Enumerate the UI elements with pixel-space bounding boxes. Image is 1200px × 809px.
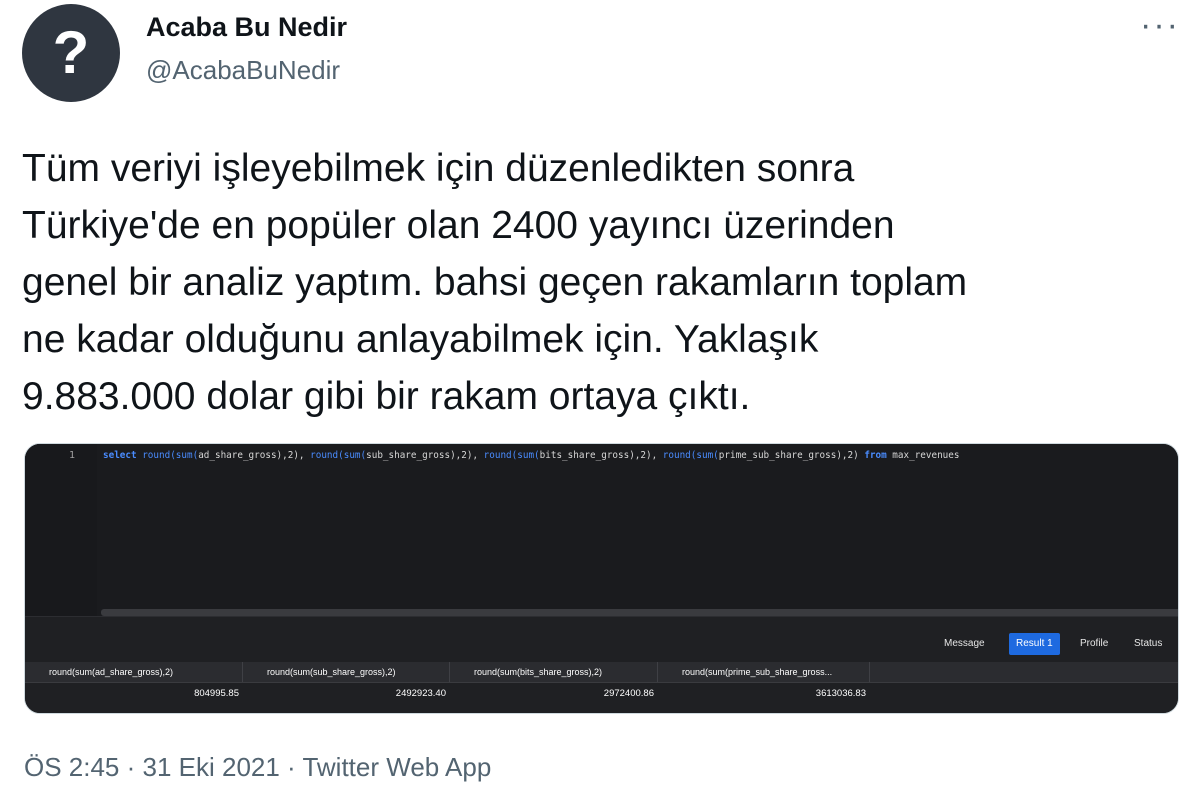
- horizontal-scrollbar[interactable]: [101, 609, 1178, 616]
- query-arg: bits_share_gross),2),: [539, 450, 663, 461]
- function-round-sum: round(sum(: [483, 450, 540, 461]
- column-header[interactable]: round(sum(sub_share_gross),2): [243, 662, 450, 682]
- tweet-timestamp[interactable]: ÖS 2:45 · 31 Eki 2021 · Twitter Web App: [24, 752, 491, 783]
- tweet-text: Tüm veriyi işleyebilmek için düzenledikt…: [22, 147, 968, 418]
- keyword-select: select: [103, 450, 137, 461]
- more-options-icon[interactable]: ···: [1140, 6, 1180, 45]
- table-cell: 804995.85: [194, 688, 239, 699]
- column-header[interactable]: round(sum(bits_share_gross),2): [450, 662, 658, 682]
- line-number: 1: [69, 450, 76, 461]
- table-cell: 2972400.86: [603, 688, 654, 699]
- column-header[interactable]: round(sum(prime_sub_share_gross...: [658, 662, 870, 682]
- result-grid-header: round(sum(ad_share_gross),2) round(sum(s…: [25, 662, 1178, 683]
- result-tabs: Message Result 1 Profile Status: [25, 633, 1178, 657]
- keyword-from: from: [864, 450, 887, 461]
- question-mark-icon: ?: [52, 19, 90, 86]
- table-name: max_revenues: [886, 450, 960, 461]
- author-display-name[interactable]: Acaba Bu Nedir: [146, 12, 347, 43]
- tab-result-1[interactable]: Result 1: [1009, 633, 1060, 655]
- function-round-sum: round(sum(: [142, 450, 199, 461]
- query-arg: sub_share_gross),2),: [366, 450, 484, 461]
- sql-editor: 1 select round(sum(ad_share_gross),2), r…: [25, 444, 1178, 616]
- table-cell: 3613036.83: [815, 688, 866, 699]
- query-arg: prime_sub_share_gross),2): [718, 450, 865, 461]
- function-round-sum: round(sum(: [310, 450, 367, 461]
- table-row[interactable]: 804995.85 2492923.40 2972400.86 3613036.…: [25, 684, 1178, 704]
- result-panel: Message Result 1 Profile Status round(su…: [25, 616, 1178, 713]
- function-round-sum: round(sum(: [662, 450, 719, 461]
- tab-message[interactable]: Message: [937, 633, 992, 655]
- sql-query: select round(sum(ad_share_gross),2), rou…: [103, 450, 959, 461]
- tweet-media-image[interactable]: 1 select round(sum(ad_share_gross),2), r…: [24, 443, 1179, 714]
- editor-gutter: [25, 444, 97, 616]
- avatar[interactable]: ?: [22, 4, 120, 102]
- query-arg: ad_share_gross),2),: [198, 450, 311, 461]
- tab-profile[interactable]: Profile: [1073, 633, 1115, 655]
- column-header[interactable]: round(sum(ad_share_gross),2): [25, 662, 243, 682]
- table-cell: 2492923.40: [395, 688, 446, 699]
- author-handle[interactable]: @AcabaBuNedir: [146, 55, 340, 86]
- tab-status[interactable]: Status: [1127, 633, 1169, 655]
